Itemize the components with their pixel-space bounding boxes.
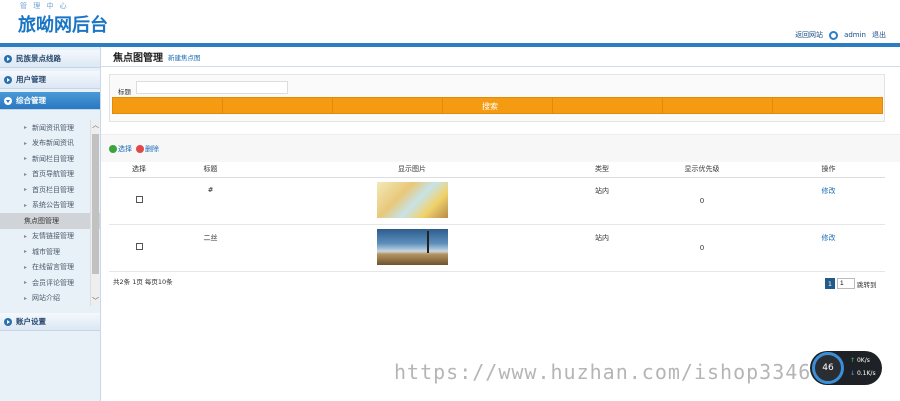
page-header: 焦点图管理 新建焦点图 <box>101 47 900 67</box>
row-priority: 0 <box>632 224 772 272</box>
speed-gauge: 46 <box>812 352 844 384</box>
focus-image-thumbnail <box>376 228 448 265</box>
sidebar-section-label: 用户管理 <box>16 75 46 84</box>
sidebar-item-messages[interactable]: 在线留言管理 <box>0 260 100 276</box>
edit-link[interactable]: 修改 <box>772 224 885 272</box>
row-type: 站内 <box>572 177 632 225</box>
row-priority: 0 <box>632 177 772 225</box>
page-title: 焦点图管理 <box>113 53 163 64</box>
upload-speed: 0K/s <box>856 357 870 364</box>
sidebar-section-scenic-routes[interactable]: 民族景点线路 <box>0 50 100 68</box>
sidebar-submenu: 新闻资讯管理 发布新闻资讯 新闻栏目管理 首页导航管理 首页栏目管理 系统公告管… <box>0 120 100 306</box>
logo-title: 旅呦网后台 <box>18 15 108 36</box>
sidebar-section-label: 综合管理 <box>16 96 46 105</box>
search-label: 标题 <box>118 88 131 96</box>
column-header: 操作 <box>772 162 885 178</box>
table-row: 二丝 站内 0 修改 <box>109 224 885 272</box>
current-page-button[interactable]: 1 <box>825 278 835 289</box>
column-header: 显示图片 <box>252 162 572 178</box>
sidebar-item-publish-news[interactable]: 发布新闻资讯 <box>0 136 100 152</box>
row-title: # <box>169 177 252 225</box>
sidebar-item-announcements[interactable]: 系统公告管理 <box>0 198 100 214</box>
table-row: # 站内 0 修改 <box>109 177 885 225</box>
select-label: 选择 <box>118 144 132 153</box>
row-checkbox[interactable] <box>135 196 143 203</box>
select-all-button[interactable]: 选择 <box>109 144 132 154</box>
delete-label: 删除 <box>145 144 159 153</box>
scroll-down-icon[interactable]: ﹀ <box>91 296 100 306</box>
sidebar-item-home-nav[interactable]: 首页导航管理 <box>0 167 100 183</box>
search-panel: 标题 搜索 <box>109 74 885 122</box>
arrow-circle-icon <box>4 75 12 84</box>
sidebar-section-account[interactable]: 账户设置 <box>0 313 100 331</box>
new-focus-image-link[interactable]: 新建焦点图 <box>168 52 201 62</box>
column-header: 类型 <box>572 162 632 178</box>
sidebar-section-label: 账户设置 <box>16 317 46 326</box>
column-header: 显示优先级 <box>632 162 772 178</box>
check-icon <box>109 144 117 153</box>
watermark-text: https://www.huzhan.com/ishop33466 <box>394 360 825 384</box>
arrow-circle-icon <box>4 96 12 105</box>
table-header-row: 选择 标题 显示图片 类型 显示优先级 操作 <box>109 162 885 178</box>
sidebar-item-focus-images[interactable]: 焦点图管理 <box>0 213 100 229</box>
sidebar-item-comments[interactable]: 会员评论管理 <box>0 275 100 291</box>
back-to-site-link[interactable]: 返回网站 <box>795 30 823 40</box>
operations-bar: 选择 删除 <box>101 134 900 162</box>
network-speed-widget: 46 ↑ 0K/s ↓ 0.1K/s <box>810 351 882 385</box>
sidebar-item-news-columns[interactable]: 新闻栏目管理 <box>0 151 100 167</box>
download-speed: 0.1K/s <box>856 370 876 377</box>
go-to-page-button[interactable]: 跳转到 <box>857 279 877 289</box>
sidebar-scrollbar[interactable]: ︿ ﹀ <box>90 120 99 306</box>
pagination: 1 跳转到 <box>825 278 877 289</box>
delete-icon <box>136 144 144 153</box>
upload-arrow-icon: ↑ <box>850 357 856 364</box>
row-checkbox[interactable] <box>135 243 143 250</box>
main-content: 焦点图管理 新建焦点图 标题 搜索 选择 删除 选择 标题 显示图片 类型 显示… <box>101 47 900 401</box>
search-button[interactable]: 搜索 <box>459 98 521 115</box>
sidebar-item-cities[interactable]: 城市管理 <box>0 244 100 260</box>
sidebar-item-site-intro[interactable]: 网站介绍 <box>0 291 100 307</box>
edit-link[interactable]: 修改 <box>772 177 885 225</box>
scroll-up-icon[interactable]: ︿ <box>91 120 100 130</box>
user-icon <box>829 30 839 40</box>
arrow-circle-icon <box>4 54 12 63</box>
sidebar: 民族景点线路 用户管理 综合管理 新闻资讯管理 发布新闻资讯 新闻栏目管理 首页… <box>0 47 101 401</box>
search-bar: 搜索 <box>112 97 883 114</box>
logo-subtitle: 管 理 中 心 <box>20 2 69 10</box>
sidebar-item-friend-links[interactable]: 友情链接管理 <box>0 229 100 245</box>
header: 管 理 中 心 旅呦网后台 返回网站 admin 退出 <box>0 0 900 43</box>
title-search-input[interactable] <box>136 81 288 94</box>
username-link[interactable]: admin <box>844 31 866 39</box>
row-type: 站内 <box>572 224 632 272</box>
focus-image-table: 选择 标题 显示图片 类型 显示优先级 操作 # 站内 0 修改 二丝 站内 0… <box>109 162 885 272</box>
focus-image-thumbnail <box>376 181 448 218</box>
sidebar-item-news[interactable]: 新闻资讯管理 <box>0 120 100 136</box>
column-header: 标题 <box>169 162 252 178</box>
top-links: 返回网站 admin 退出 <box>795 30 886 40</box>
row-title: 二丝 <box>169 224 252 272</box>
arrow-circle-icon <box>4 317 12 326</box>
pagination-info: 共2条 1页 每页10条 <box>113 278 173 286</box>
column-header: 选择 <box>109 162 169 178</box>
page-number-input[interactable] <box>837 278 855 289</box>
delete-button[interactable]: 删除 <box>136 144 159 154</box>
sidebar-section-general[interactable]: 综合管理 <box>0 92 100 110</box>
sidebar-section-label: 民族景点线路 <box>16 54 61 63</box>
logout-link[interactable]: 退出 <box>872 30 886 40</box>
sidebar-section-users[interactable]: 用户管理 <box>0 71 100 89</box>
scroll-thumb[interactable] <box>92 134 99 274</box>
sidebar-item-home-columns[interactable]: 首页栏目管理 <box>0 182 100 198</box>
download-arrow-icon: ↓ <box>850 370 856 377</box>
